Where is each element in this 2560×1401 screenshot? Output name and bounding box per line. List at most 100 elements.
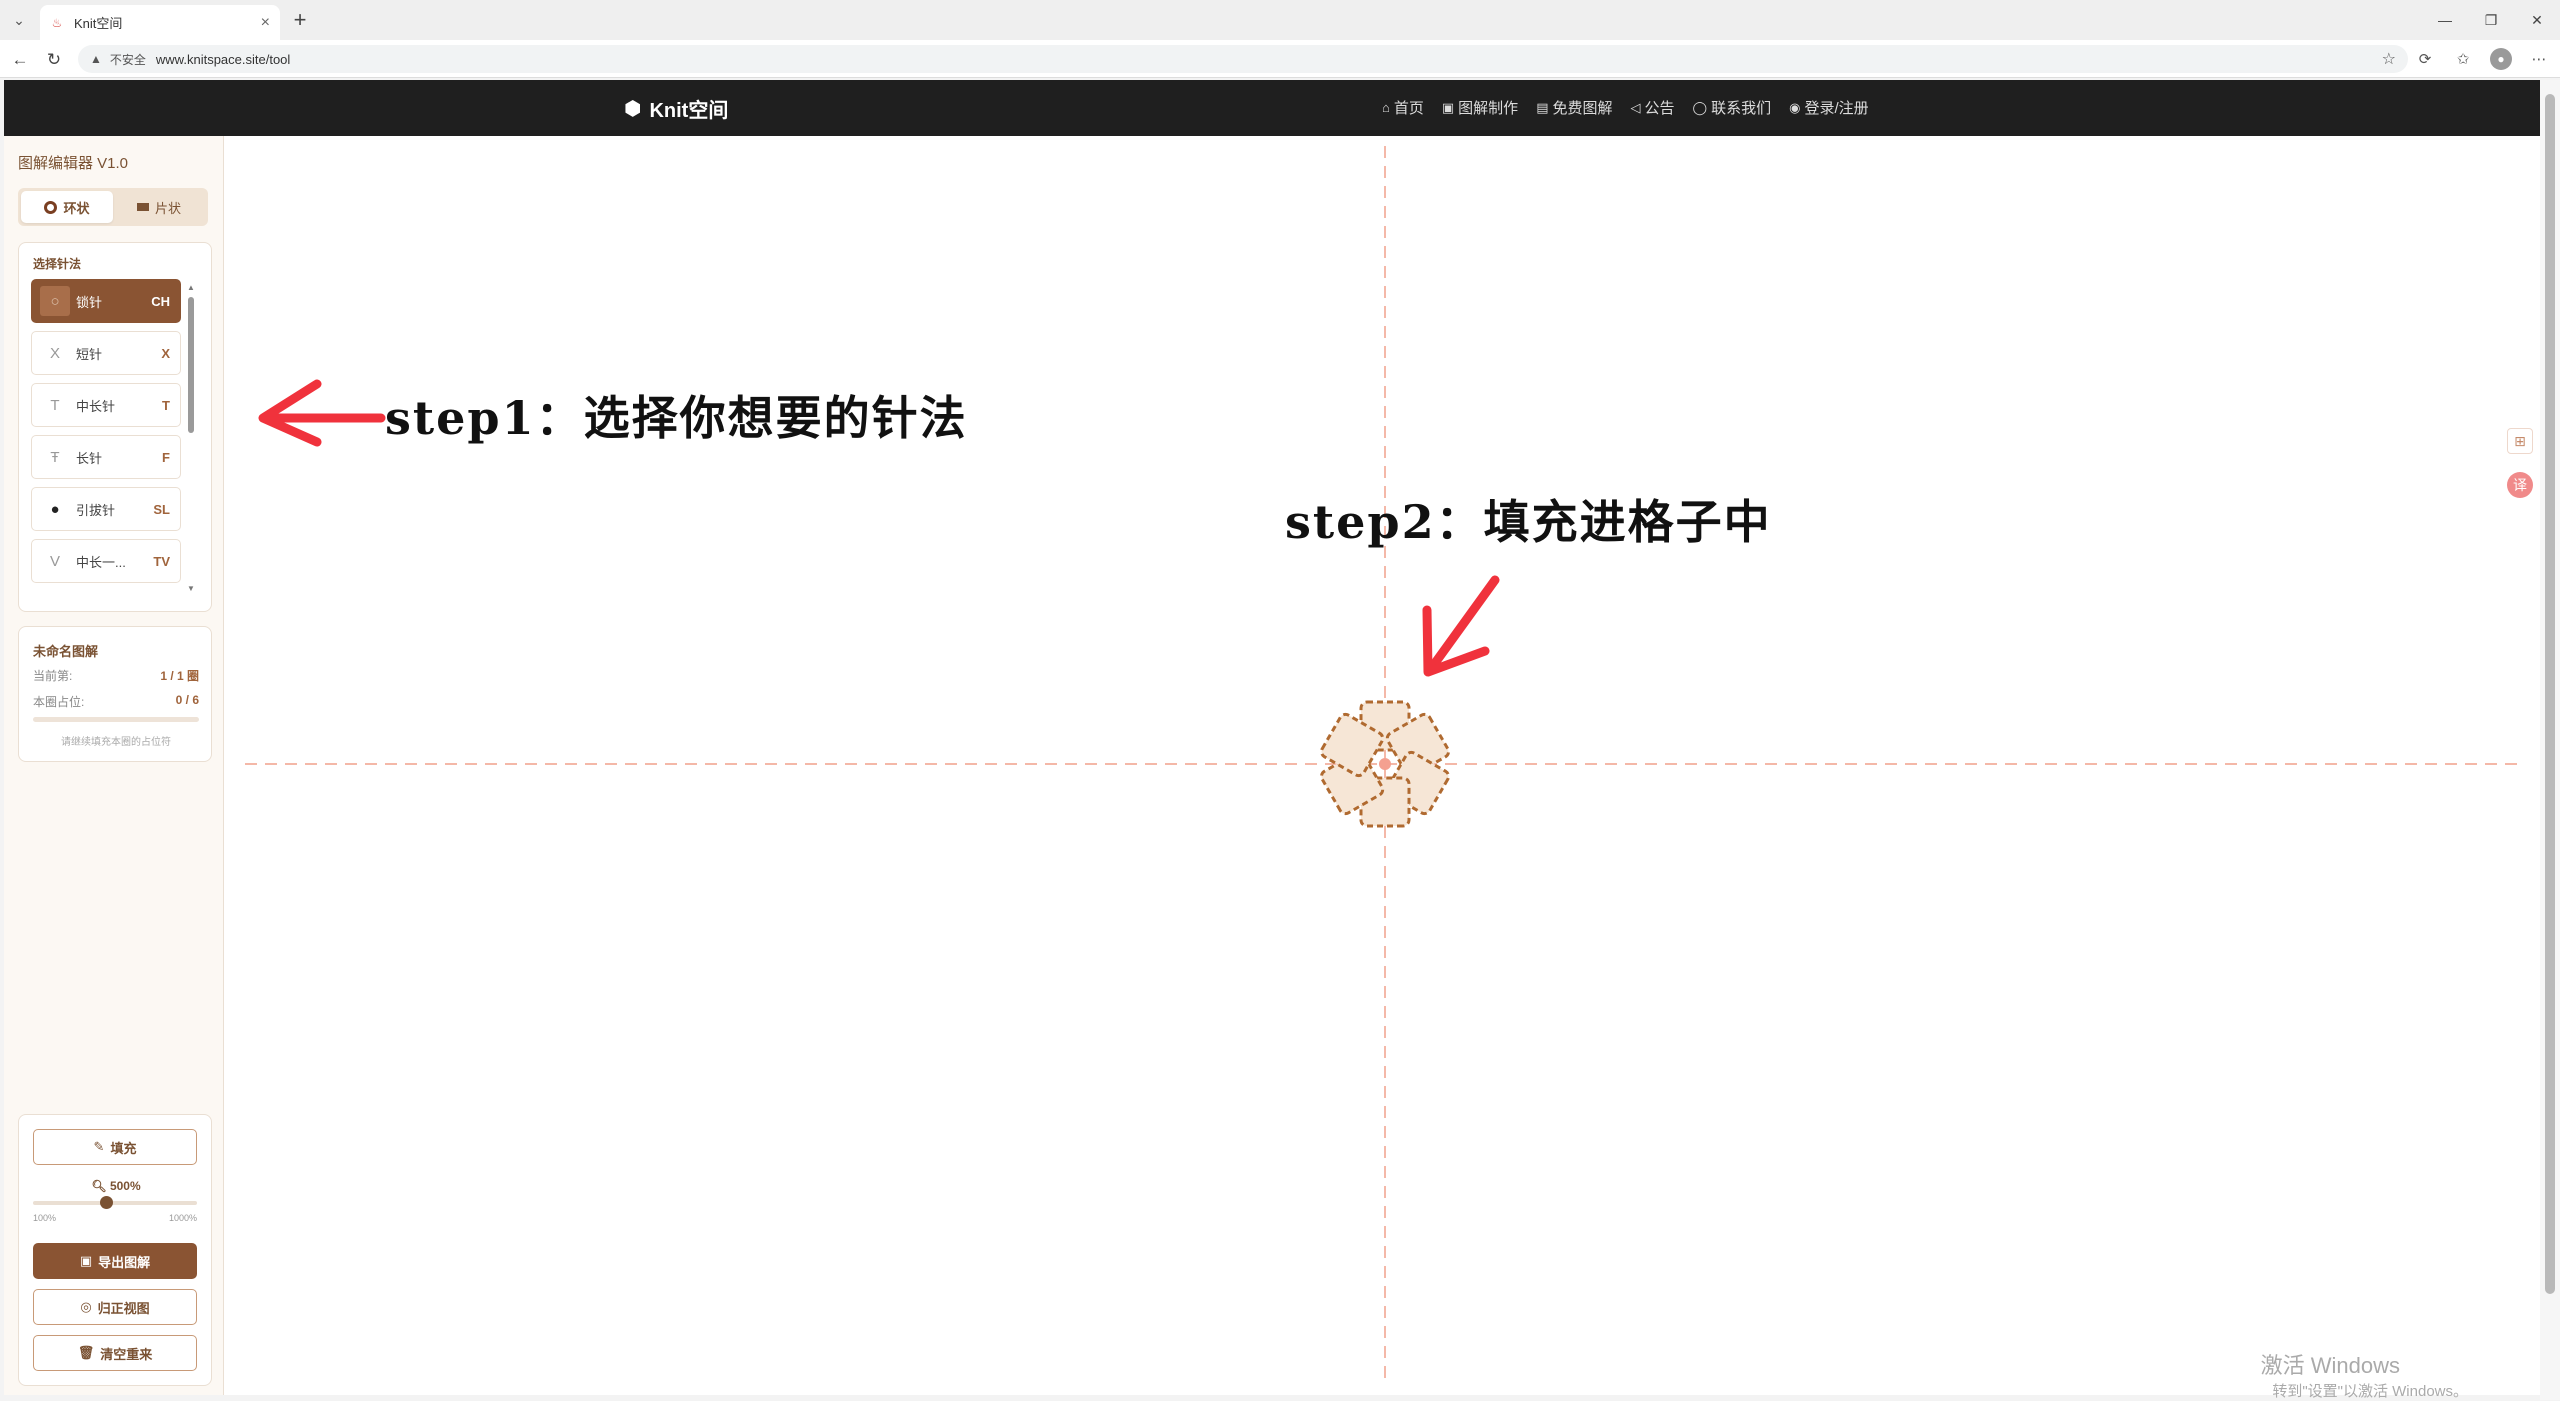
nav-contact-label: 联系我们 [1711,100,1772,117]
stitch-code: X [161,345,170,361]
window-controls: — ❐ ✕ [2422,0,2560,40]
favorites-icon[interactable]: ✩ [2452,48,2474,70]
scroll-up-icon[interactable]: ▲ [186,283,196,292]
windows-activation-hint: 转到"设置"以激活 Windows。 [2272,1383,2468,1400]
double-crochet-symbol-icon: Ŧ [50,448,60,466]
mode-flat-button[interactable]: 片状 [113,191,205,223]
new-tab-plus-icon[interactable]: + [288,7,312,32]
nav-login[interactable]: ◉ 登录/注册 [1789,97,1869,118]
mode-toggle: 环状 片状 [18,188,208,226]
single-crochet-symbol-icon: X [49,344,60,362]
fill-hint: 请继续填充本圈的占位符 [61,737,171,748]
stitch-selector-title: 选择针法 [33,257,82,271]
stitch-name: 引拔针 [76,502,116,518]
favorite-star-icon[interactable]: ☆ [2382,49,2396,69]
tab-close-icon[interactable]: × [261,14,270,32]
mode-flat-label: 片状 [154,200,181,216]
nav-free-patterns[interactable]: ▤ 免费图解 [1536,97,1612,118]
restore-icon[interactable]: ❐ [2468,0,2514,40]
pattern-canvas[interactable]: step1：选择你想要的针法 step2：填充进格子中 ⊞ 译 激活 Windo… [225,136,2540,1400]
nav-announcements-label: 公告 [1644,100,1675,117]
url-text: www.knitspace.site/tool [155,51,291,67]
zoom-readout: 🔍︎ 500% [19,1179,213,1193]
more-menu-icon[interactable]: ⋯ [2528,48,2550,70]
scroll-down-icon[interactable]: ▼ [186,584,196,593]
tab-list-chevron-icon[interactable]: ⌄ [8,9,30,31]
clear-button-label: 清空重来 [100,1346,153,1362]
step1-annotation: step1：选择你想要的针法 [385,391,968,445]
pattern-info-card: 未命名图解 当前第: 1 / 1 圈 本圈占位: 0 / 6 请继续填充本圈的占… [18,626,212,762]
refresh-extension-icon[interactable]: ⟳ [2414,48,2436,70]
fill-button-label: 填充 [110,1140,137,1156]
scroll-thumb[interactable] [188,297,194,433]
round-progress-bar [33,717,199,722]
clear-button[interactable]: 🗑︎ 清空重来 [33,1335,197,1371]
page-scrollbar[interactable] [2540,80,2560,1400]
warning-triangle-icon[interactable]: ▲ [90,52,102,66]
stitch-half-double-increase[interactable]: V 中长一... TV [31,539,181,583]
home-icon: ⌂ [1382,100,1390,115]
pattern-name: 未命名图解 [33,644,99,659]
occupied-row: 本圈占位: 0 / 6 [33,693,199,710]
occupied-label: 本圈占位: [33,695,85,709]
increase-symbol-icon: V [49,552,60,570]
page-scroll-thumb[interactable] [2545,94,2555,1294]
stitch-slip[interactable]: ● 引拔针 SL [31,487,181,531]
site-logo[interactable]: ⬢ Knit空间 [624,94,728,123]
magnifier-icon: 🔍︎ [91,1179,107,1193]
export-button[interactable]: ▣ 导出图解 [33,1243,197,1279]
sheet-icon [136,203,149,211]
reload-icon[interactable]: ↻ [42,48,66,72]
current-round-row: 当前第: 1 / 1 圈 [33,667,199,684]
grid-apps-icon[interactable]: ⊞ [2507,428,2533,454]
site-header: ⬢ Knit空间 ⌂ 首页 ▣ 图解制作 ▤ 免费图解 ◁ 公告 ◯ 联系我们 ◉ 登录/注… [4,80,2540,136]
nav-pattern-maker[interactable]: ▣ 图解制作 [1442,97,1518,118]
canvas-drawing [245,146,2525,1381]
stitch-single-crochet[interactable]: X 短针 X [31,331,181,375]
site-favicon-icon: ♨ [51,15,63,30]
mode-round-button[interactable]: 环状 [21,191,113,223]
stitch-name: 中长针 [76,398,116,414]
stitch-double[interactable]: Ŧ 长针 F [31,435,181,479]
close-window-icon[interactable]: ✕ [2514,0,2560,40]
browser-tab-bar: ⌄ ♨ Knit空间 × + — ❐ ✕ [0,0,2560,40]
current-round-value: 1 / 1 圈 [160,669,199,683]
reset-view-button[interactable]: ◎ 归正视图 [33,1289,197,1325]
round-placeholders [1320,700,1450,828]
nav-home[interactable]: ⌂ 首页 [1382,97,1424,118]
save-icon: ▣ [79,1253,93,1268]
nav-contact[interactable]: ◯ 联系我们 [1693,97,1772,118]
stitch-code: F [162,449,170,465]
stitch-chain[interactable]: ○ 锁针 CH [31,279,181,323]
back-arrow-icon[interactable]: ← [8,48,32,72]
stitch-half-double[interactable]: T 中长针 T [31,383,181,427]
center-point [1379,758,1391,770]
tab-title: Knit空间 [74,16,123,31]
export-button-label: 导出图解 [98,1254,151,1270]
browser-toolbar: ⟳ ✩ ● ⋯ [2414,48,2550,70]
insecure-label: 不安全 [109,52,146,67]
nav-login-label: 登录/注册 [1804,100,1869,117]
zoom-value: 500% [109,1179,141,1193]
url-field[interactable]: ▲ 不安全 www.knitspace.site/tool ☆ [78,45,2408,73]
megaphone-icon: ◁ [1630,99,1641,115]
minimize-icon[interactable]: — [2422,0,2468,40]
pencil-icon: ✎ [93,1139,105,1154]
hexagon-logo-icon: ⬢ [624,98,642,120]
zoom-slider[interactable] [33,1196,197,1209]
edit-icon: ▣ [1441,99,1455,115]
browser-address-bar: ← ↻ ▲ 不安全 www.knitspace.site/tool ☆ ⟳ ✩ … [0,40,2560,78]
translate-icon[interactable]: 译 [2507,472,2533,498]
zoom-slider-knob[interactable] [99,1196,113,1209]
profile-avatar-icon[interactable]: ● [2490,48,2512,70]
occupied-value: 0 / 6 [175,693,199,707]
chain-symbol-icon: ○ [40,286,70,316]
mode-round-label: 环状 [63,200,90,216]
browser-tab[interactable]: ♨ Knit空间 × [40,5,280,40]
stitch-list-scrollbar[interactable]: ▲ ▼ [186,283,196,593]
nav-announcements[interactable]: ◁ 公告 [1631,97,1675,118]
stitch-code: SL [153,501,170,517]
stitch-code: T [162,397,170,413]
fill-button[interactable]: ✎ 填充 [33,1129,197,1165]
half-double-symbol-icon: T [50,396,60,414]
